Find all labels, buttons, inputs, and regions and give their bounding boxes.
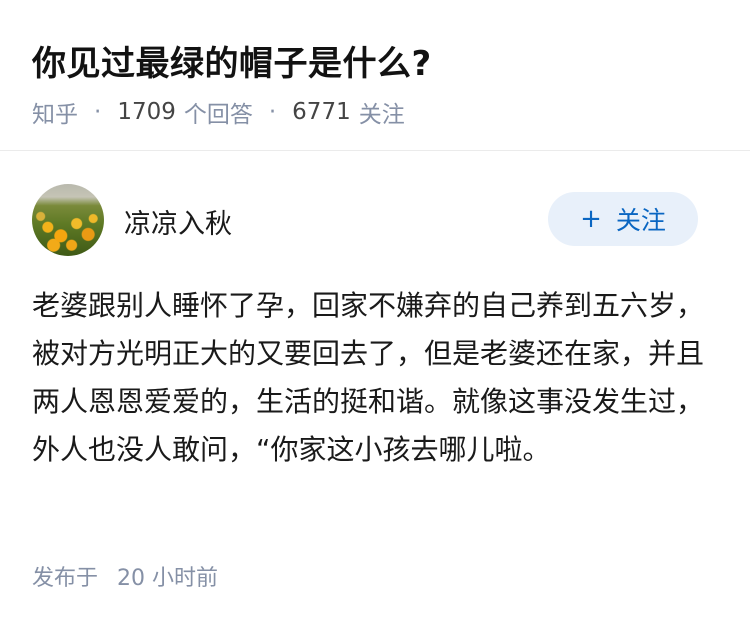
answer-text[interactable]: 老婆跟别人睡怀了孕，回家不嫌弃的自己养到五六岁，被对方光明正大的又要回去了，但是… — [32, 282, 722, 474]
avatar[interactable] — [32, 184, 104, 256]
follow-count-label[interactable]: 关注 — [359, 95, 405, 129]
answer-count-label[interactable]: 个回答 — [184, 95, 253, 129]
question-header: 你见过最绿的帽子是什么? 知乎 · 1709 个回答 · 6771 关注 — [0, 0, 750, 151]
question-title[interactable]: 你见过最绿的帽子是什么? — [32, 36, 432, 85]
meta-separator: · — [94, 99, 102, 125]
published-label: 发布于 — [32, 566, 99, 591]
answer-count: 1709 — [117, 99, 176, 125]
follow-button[interactable]: + 关注 — [548, 192, 698, 246]
plus-icon: + — [580, 204, 602, 234]
publish-info: 发布于 20 小时前 — [32, 560, 218, 592]
author-name[interactable]: 凉凉入秋 — [124, 202, 232, 241]
source-label[interactable]: 知乎 — [32, 95, 78, 129]
question-meta: 知乎 · 1709 个回答 · 6771 关注 — [32, 95, 405, 129]
meta-separator: · — [268, 99, 277, 125]
published-time: 20 小时前 — [117, 566, 219, 591]
follow-button-label: 关注 — [615, 206, 666, 235]
follow-count: 6771 — [292, 99, 351, 125]
author-row: 凉凉入秋 + 关注 — [0, 180, 750, 260]
